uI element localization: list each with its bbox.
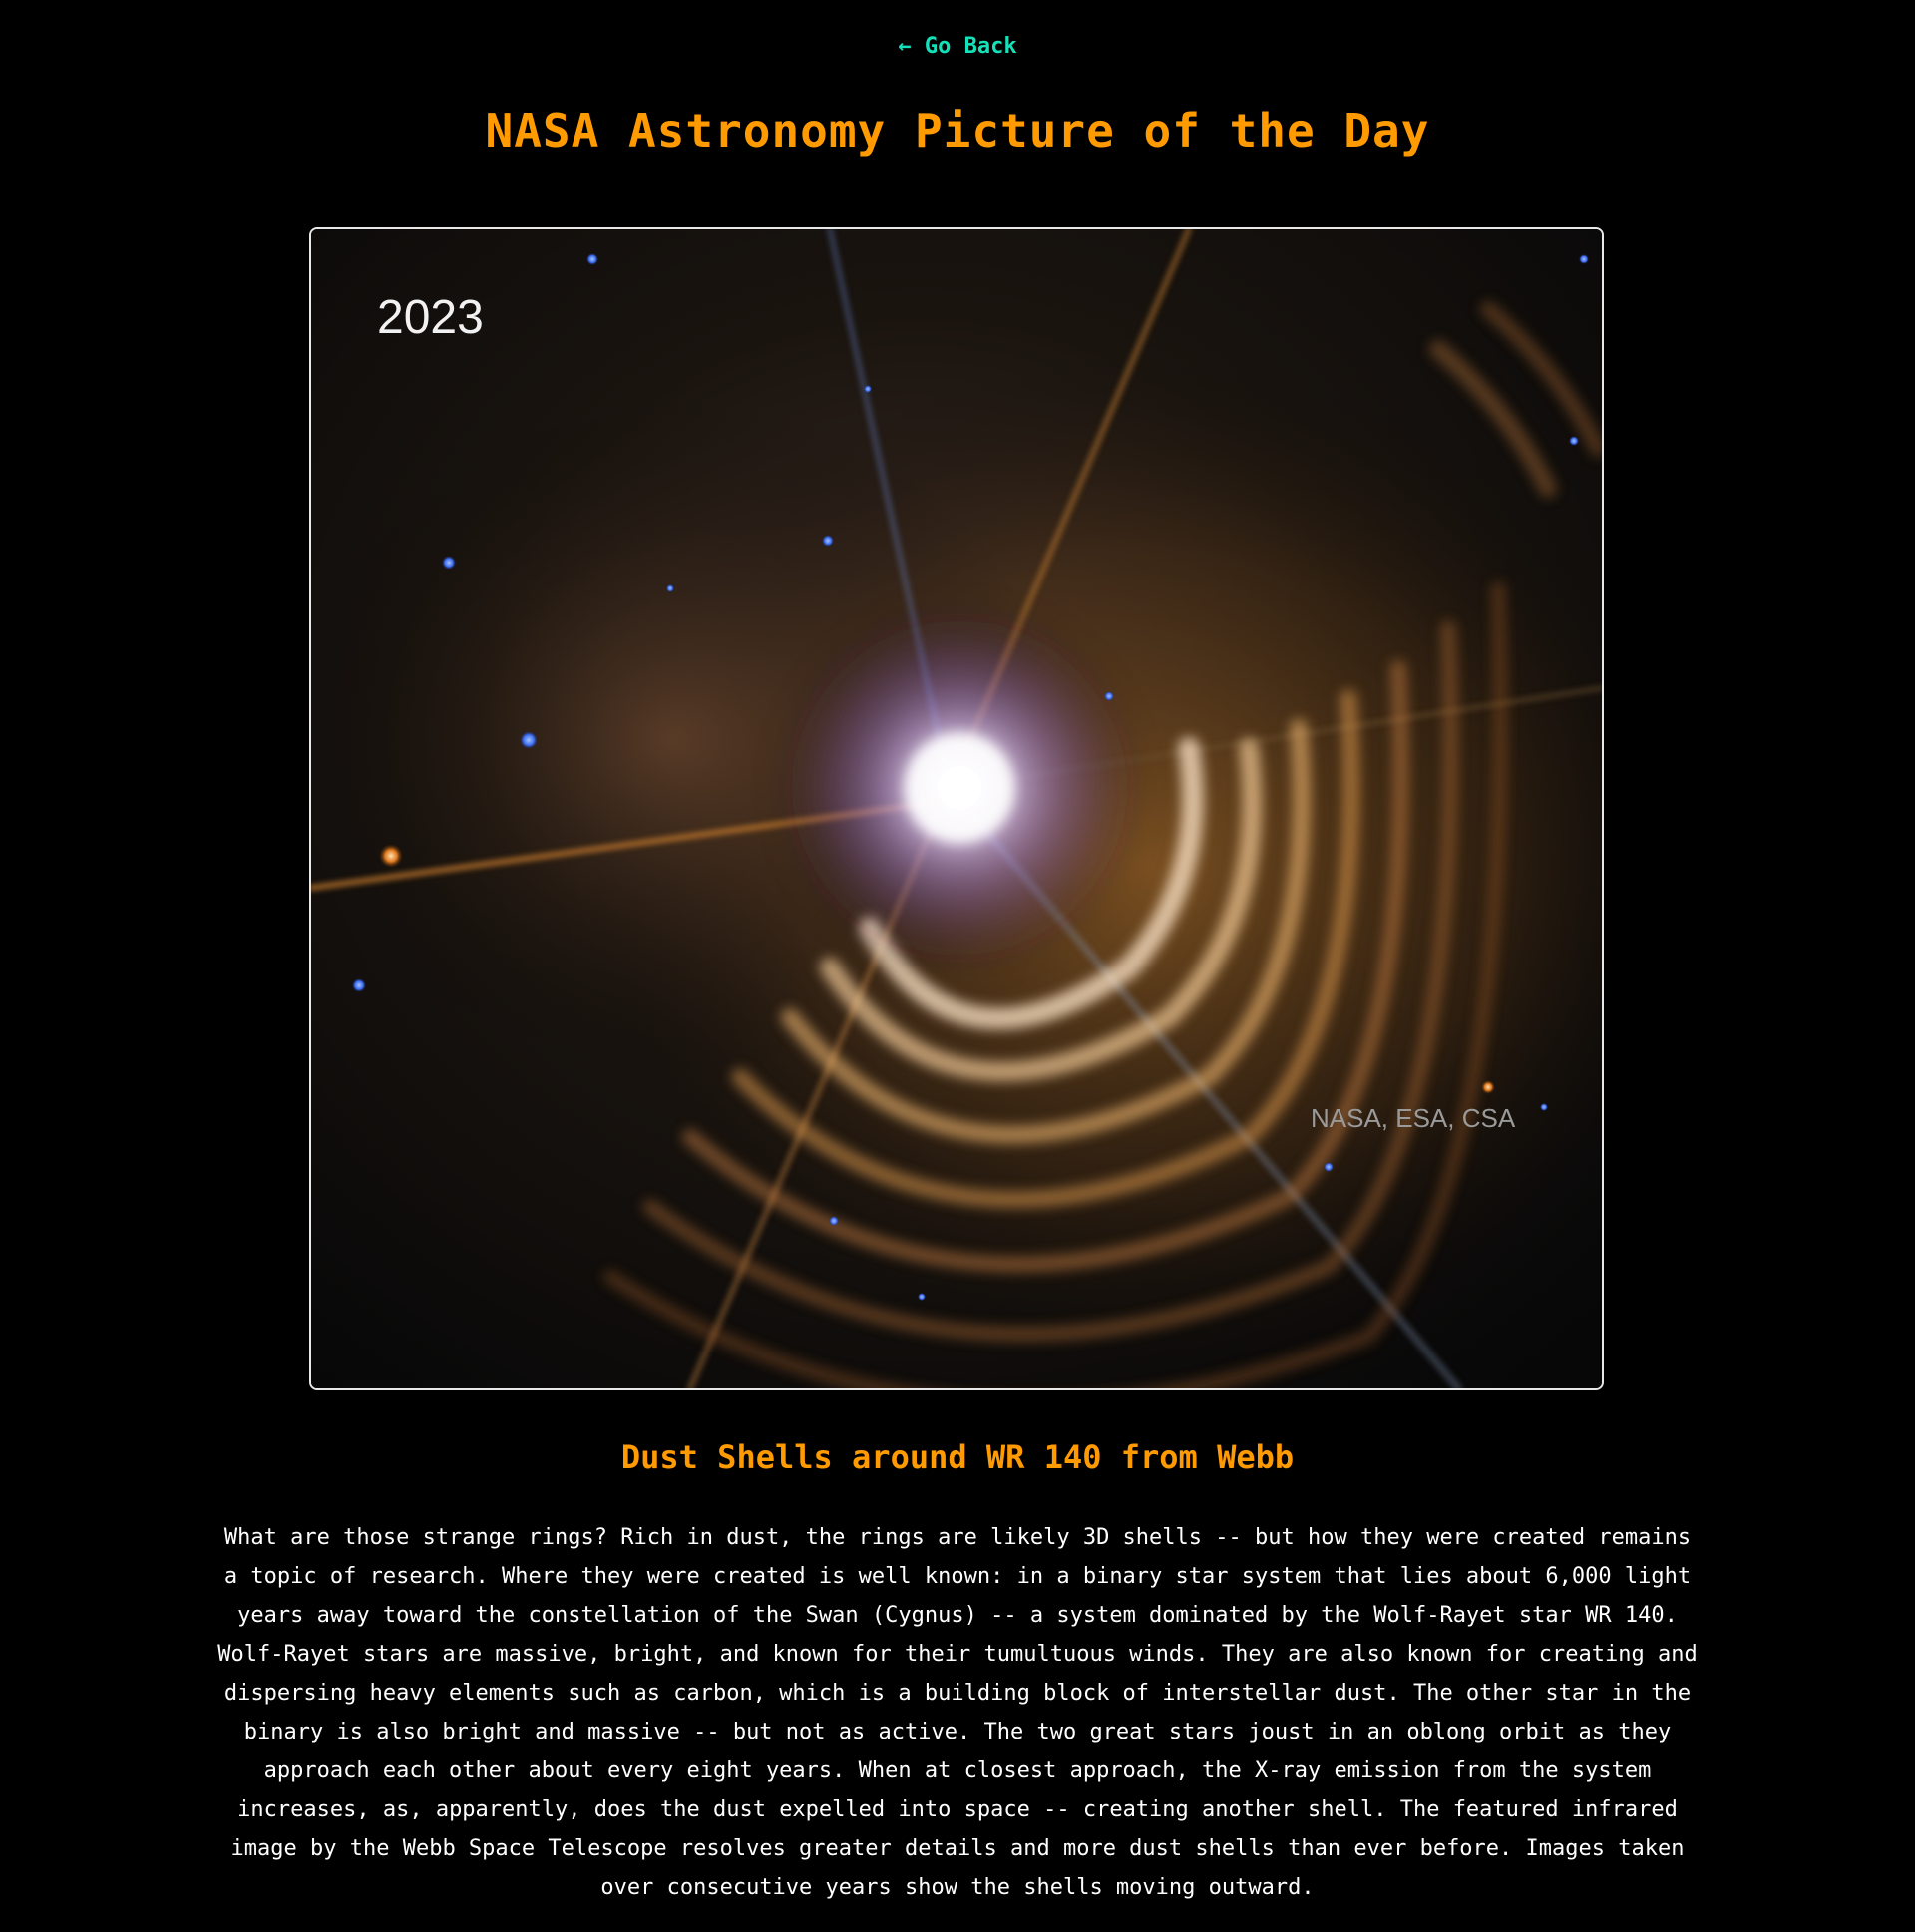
image-credit-label: NASA, ESA, CSA bbox=[1311, 1103, 1516, 1133]
apod-title: Dust Shells around WR 140 from Webb bbox=[620, 1438, 1295, 1476]
apod-explanation: What are those strange rings? Rich in du… bbox=[217, 1525, 1698, 1900]
page-title: NASA Astronomy Picture of the Day bbox=[485, 104, 1430, 158]
page: ← Go Back NASA Astronomy Picture of the … bbox=[0, 0, 1915, 1932]
go-back-label: ← Go Back bbox=[898, 34, 1017, 59]
apod-image-graphic: 2023 NASA, ESA, CSA bbox=[311, 229, 1602, 1388]
go-back-link[interactable]: ← Go Back bbox=[0, 34, 1915, 59]
image-year-label: 2023 bbox=[377, 291, 484, 344]
apod-image: 2023 NASA, ESA, CSA bbox=[309, 227, 1604, 1390]
